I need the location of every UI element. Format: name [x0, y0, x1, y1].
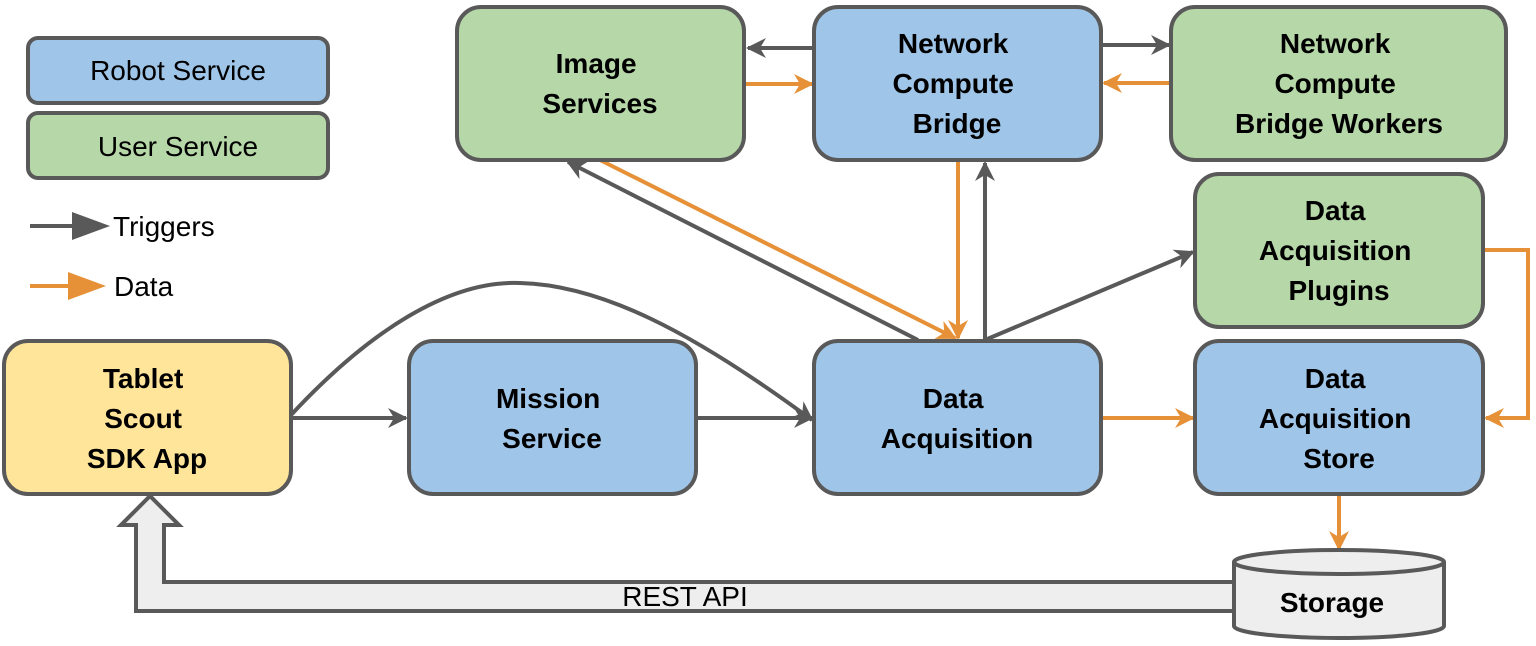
node-data-acquisition-plugins[interactable]: Data Acquisition Plugins [1193, 172, 1485, 329]
node-network-compute-bridge[interactable]: Network Compute Bridge [812, 5, 1103, 162]
node-store-line1: Data [1305, 363, 1366, 394]
node-storage-label: Storage [1280, 587, 1384, 618]
node-plugins-line3: Plugins [1288, 275, 1389, 306]
node-plugins-line1: Data [1305, 195, 1366, 226]
node-da-line1: Data [923, 383, 984, 414]
node-ncb-workers[interactable]: Network Compute Bridge Workers [1169, 5, 1508, 162]
edge-da-to-image-services [566, 160, 919, 342]
node-workers-line3: Bridge Workers [1235, 108, 1443, 139]
node-image-services-line1: Image [556, 48, 637, 79]
node-plugins-line2: Acquisition [1259, 235, 1411, 266]
legend-triggers-label: Triggers [113, 211, 215, 242]
node-data-acquisition-store[interactable]: Data Acquisition Store [1193, 339, 1485, 496]
node-tablet-line2: Scout [104, 403, 182, 434]
node-workers-line1: Network [1280, 28, 1391, 59]
legend-user-service-label: User Service [98, 131, 258, 162]
node-ncb-line2: Compute [892, 68, 1013, 99]
legend-data-arrow-icon [30, 272, 106, 300]
legend-data-label: Data [114, 271, 174, 302]
node-da-line2: Acquisition [881, 423, 1033, 454]
node-storage[interactable]: Storage [1232, 548, 1446, 640]
node-mission-line2: Service [502, 423, 602, 454]
node-tablet-app[interactable]: Tablet Scout SDK App [2, 339, 293, 496]
architecture-diagram: Robot Service User Service Triggers Data [2, 5, 1530, 640]
node-ncb-line3: Bridge [913, 108, 1002, 139]
edge-plugins-to-store-data [1483, 248, 1530, 428]
node-store-line3: Store [1303, 443, 1375, 474]
legend-triggers-arrow-icon [30, 212, 110, 240]
node-workers-line2: Compute [1274, 68, 1395, 99]
legend: Robot Service User Service Triggers Data [26, 36, 330, 302]
node-mission-service[interactable]: Mission Service [407, 339, 698, 496]
node-tablet-line3: SDK App [87, 443, 207, 474]
node-data-acquisition[interactable]: Data Acquisition [812, 339, 1103, 496]
node-image-services[interactable]: Image Services [455, 5, 746, 162]
edge-da-to-plugins [984, 249, 1195, 342]
edge-image-services-to-da-data [599, 158, 957, 340]
svg-text:Tablet Scout SDK A: Tablet Scout SDK App [87, 363, 207, 474]
node-mission-line1: Mission [496, 383, 600, 414]
node-ncb-line1: Network [898, 28, 1009, 59]
rest-api-label: REST API [622, 581, 748, 612]
node-image-services-line2: Services [542, 88, 657, 119]
legend-robot-service-label: Robot Service [90, 55, 266, 86]
node-tablet-line1: Tablet [103, 363, 183, 394]
node-store-line2: Acquisition [1259, 403, 1411, 434]
